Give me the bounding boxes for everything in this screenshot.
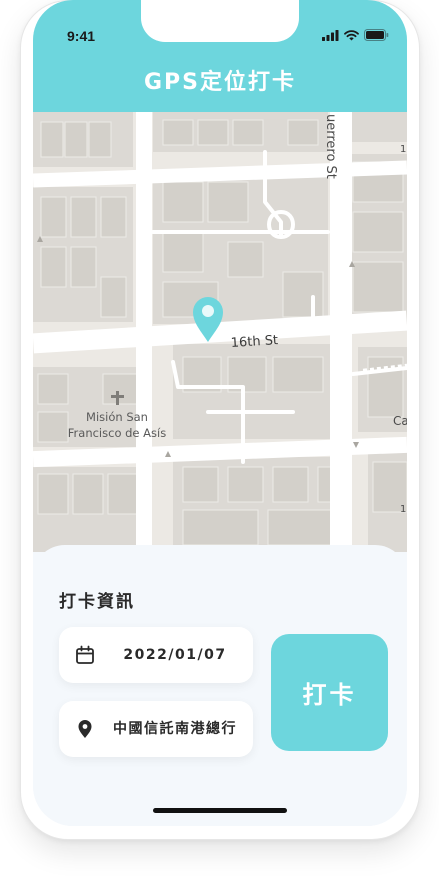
header: 9:41 GPS定位打卡 [33, 0, 407, 112]
section-title: 打卡資訊 [59, 592, 135, 612]
phone-screen: 9:41 GPS定位打卡 uerrero St 16th St Ca 1 1 M… [33, 0, 407, 826]
street-label-edge-1: 1 [400, 144, 406, 155]
map-view[interactable]: uerrero St 16th St Ca 1 1 Misión San Fra… [33, 112, 407, 552]
map-canvas: uerrero St 16th St Ca 1 1 Misión San Fra… [33, 112, 407, 552]
page-title: GPS定位打卡 [143, 70, 297, 95]
street-label-16th: 16th St [230, 333, 278, 351]
status-icons [322, 28, 389, 42]
date-field[interactable]: 2022/01/07 [59, 627, 253, 683]
battery-icon [364, 29, 389, 41]
street-label-cut-right: Ca [393, 414, 407, 428]
street-label-guerrero: uerrero St [323, 114, 338, 179]
status-time: 9:41 [67, 28, 96, 44]
home-indicator[interactable] [153, 808, 287, 813]
signal-icon [322, 29, 339, 41]
checkin-button[interactable]: 打卡 [271, 634, 388, 751]
location-field[interactable]: 中國信託南港總行 [59, 701, 253, 757]
checkin-panel: 打卡資訊 2022/01/07 中國信託南港總行 打卡 [33, 545, 407, 826]
wifi-icon [344, 29, 359, 40]
street-label-edge-2: 1 [400, 504, 406, 515]
device-notch [141, 0, 299, 42]
date-value: 2022/01/07 [123, 647, 227, 663]
calendar-icon [76, 645, 94, 664]
landmark-label-line2: Francisco de Asís [68, 426, 166, 440]
landmark-label-line1: Misión San [86, 410, 148, 424]
location-value: 中國信託南港總行 [113, 721, 237, 737]
location-pin-icon [78, 720, 92, 738]
